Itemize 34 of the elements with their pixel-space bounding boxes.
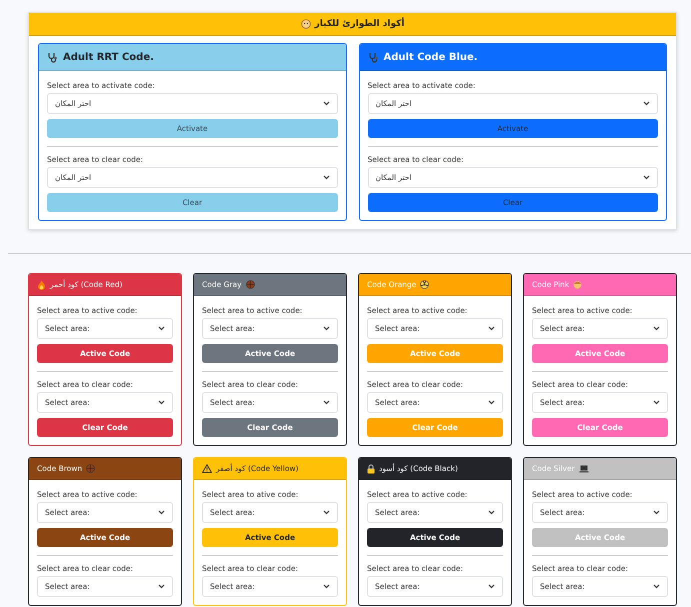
stethoscope-icon (368, 52, 378, 62)
chevron-down-icon (653, 326, 660, 331)
warning-icon (202, 464, 212, 473)
stethoscope-icon (47, 52, 58, 62)
card-title: Adult Code Blue. (384, 52, 478, 62)
lock-icon (367, 464, 375, 474)
flame-icon (37, 280, 46, 290)
chevron-down-icon (323, 510, 330, 515)
chevron-down-icon (322, 175, 330, 180)
face-icon (300, 19, 311, 29)
chevron-down-icon (643, 101, 650, 106)
chevron-down-icon (323, 326, 330, 331)
chevron-down-icon (653, 400, 660, 405)
chevron-down-icon (488, 510, 495, 515)
laptop-icon (578, 464, 589, 472)
card-title: Adult RRT Code. (63, 52, 154, 62)
chevron-down-icon (322, 101, 330, 106)
chevron-down-icon (653, 510, 660, 515)
chevron-down-icon (323, 584, 330, 589)
chevron-down-icon (158, 584, 165, 589)
hazard-icon (420, 280, 430, 289)
ball-icon (246, 280, 255, 289)
ball-icon (86, 464, 96, 473)
chevron-down-icon (488, 326, 495, 331)
child-face-icon (573, 280, 582, 289)
chevron-down-icon (323, 400, 330, 405)
chevron-down-icon (158, 510, 165, 515)
chevron-down-icon (158, 326, 165, 331)
chevron-down-icon (488, 584, 495, 589)
chevron-down-icon (643, 175, 650, 180)
chevron-down-icon (653, 584, 660, 589)
chevron-down-icon (488, 400, 495, 405)
chevron-down-icon (158, 400, 165, 405)
panel-title: أكواد الطوارئ للكبار (314, 19, 404, 29)
